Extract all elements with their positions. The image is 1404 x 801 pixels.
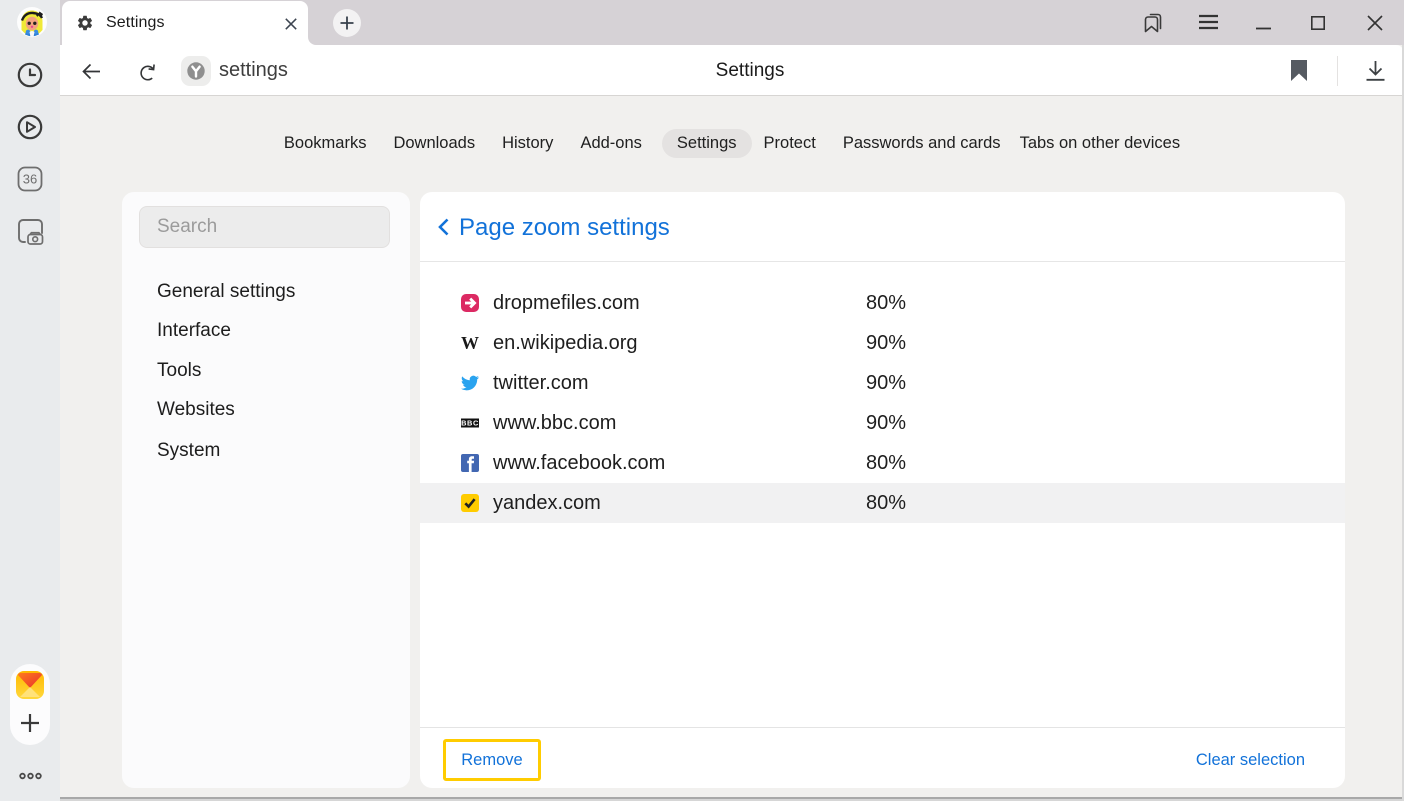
svg-text:W: W (461, 334, 479, 352)
svg-text:36: 36 (23, 172, 37, 187)
svg-text:BBC: BBC (461, 419, 479, 428)
